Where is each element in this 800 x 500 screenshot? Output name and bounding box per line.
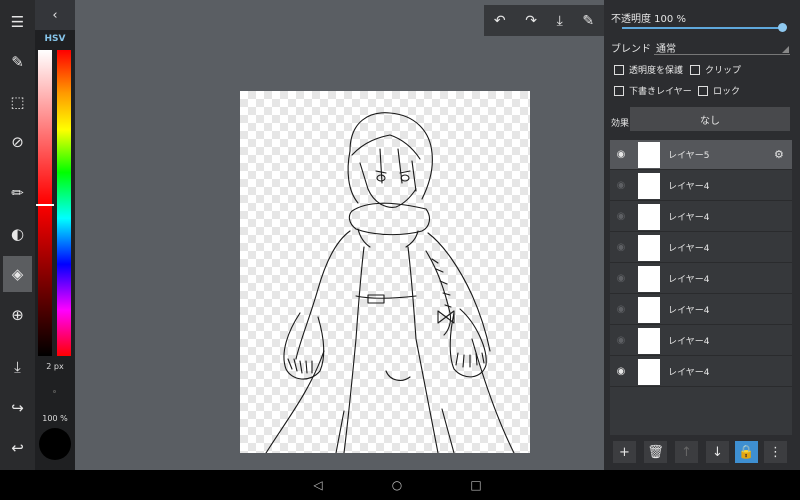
brush-size-preview xyxy=(53,390,56,393)
pen-icon[interactable]: ✎ xyxy=(582,13,594,29)
eye-icon[interactable]: ◉ xyxy=(610,366,632,377)
layer-row[interactable]: ◉ レイヤー4 xyxy=(610,264,792,294)
layer-thumbnail xyxy=(638,296,660,323)
layer-row[interactable]: ◉ レイヤー4 xyxy=(610,295,792,325)
menu-icon[interactable]: ☰ xyxy=(3,4,32,40)
layer-thumbnail xyxy=(638,265,660,292)
opacity-label: 不透明度 100 % xyxy=(611,14,686,25)
color-marker[interactable] xyxy=(36,204,54,206)
layer-thumbnail xyxy=(638,327,660,354)
eye-icon[interactable]: ◉ xyxy=(610,335,632,346)
layer-row[interactable]: ◉ レイヤー4 xyxy=(610,357,792,387)
layer-thumbnail xyxy=(638,203,660,230)
layer-name: レイヤー4 xyxy=(668,337,710,347)
checkbox-label: クリップ xyxy=(705,66,742,76)
clip-checkbox[interactable]: クリップ xyxy=(690,63,741,76)
layer-name: レイヤー4 xyxy=(668,182,710,192)
collapse-panel-icon[interactable]: ‹ xyxy=(35,0,75,30)
brush-icon[interactable]: ✏ xyxy=(3,175,32,211)
layer-thumbnail xyxy=(638,358,660,385)
lock-checkbox[interactable]: ロック xyxy=(698,84,740,97)
opacity-slider[interactable] xyxy=(622,27,782,29)
transform-icon[interactable]: ⊘ xyxy=(3,124,32,160)
eye-icon[interactable]: ◉ xyxy=(610,273,632,284)
layer-row[interactable]: ◉ レイヤー4 xyxy=(610,326,792,356)
layer-thumbnail xyxy=(638,172,660,199)
top-action-bar: ↶ ↷ ⤓ ✎ xyxy=(484,5,604,36)
blend-mode-select[interactable]: 通常 xyxy=(656,40,676,55)
drawing-canvas[interactable] xyxy=(240,91,530,454)
left-toolbar: ☰ ✎ ⬚ ⊘ ✏ ◐ ◈ ⊕ ⤓ ↪ ↩ xyxy=(0,0,35,470)
eye-icon[interactable]: ◉ xyxy=(610,180,632,191)
layer-name: レイヤー4 xyxy=(668,275,710,285)
layer-panel: 不透明度 100 % ブレンド 通常 透明度を保護 クリップ 下書きレイヤー ロ… xyxy=(604,0,800,470)
line-art-drawing xyxy=(265,112,515,454)
opacity-slider-thumb[interactable] xyxy=(778,23,787,32)
brush-size-label: 2 px xyxy=(46,362,64,371)
gear-icon[interactable]: ⚙ xyxy=(774,148,792,161)
eye-icon[interactable]: ◉ xyxy=(610,211,632,222)
eye-icon[interactable]: ◉ xyxy=(610,304,632,315)
undo-icon[interactable]: ↩ xyxy=(3,430,32,466)
dropdown-arrow-icon[interactable] xyxy=(782,46,789,53)
add-layer-icon[interactable]: + xyxy=(613,441,636,463)
checkbox-box[interactable] xyxy=(690,64,700,75)
draft-layer-checkbox[interactable]: 下書きレイヤー xyxy=(614,84,692,97)
eye-icon[interactable]: ◉ xyxy=(610,242,632,253)
layer-thumbnail xyxy=(638,141,660,168)
layer-row[interactable]: ◉ レイヤー4 xyxy=(610,233,792,263)
trash-icon[interactable]: 🗑 xyxy=(644,441,667,463)
redo-icon[interactable]: ↷ xyxy=(525,13,537,29)
brush-opacity-label: 100 % xyxy=(42,414,68,423)
effect-button[interactable]: なし xyxy=(630,107,790,131)
app-window: ☰ ✎ ⬚ ⊘ ✏ ◐ ◈ ⊕ ⤓ ↪ ↩ ‹ HSV 2 px 100 % ↶… xyxy=(0,0,800,470)
checkbox-box[interactable] xyxy=(614,64,624,75)
redo-icon[interactable]: ↪ xyxy=(3,390,32,426)
color-picker: HSV 2 px 100 % xyxy=(35,30,75,470)
current-color-swatch[interactable] xyxy=(39,428,71,460)
back-icon[interactable]: ◁ xyxy=(310,477,326,493)
system-nav-bar: ◁ ○ □ xyxy=(0,470,800,500)
home-icon[interactable]: ○ xyxy=(389,477,405,493)
checkbox-label: 透明度を保護 xyxy=(629,66,684,76)
eye-icon[interactable]: ◉ xyxy=(610,149,632,160)
lock-icon[interactable]: 🔒 xyxy=(735,441,758,463)
layer-row[interactable]: ◉ レイヤー4 xyxy=(610,202,792,232)
hue-bar[interactable] xyxy=(57,50,71,356)
layer-name: レイヤー4 xyxy=(668,213,710,223)
layer-name: レイヤー4 xyxy=(668,306,710,316)
color-mode-label[interactable]: HSV xyxy=(35,34,75,44)
preserve-transparency-checkbox[interactable]: 透明度を保護 xyxy=(614,63,683,76)
more-icon[interactable]: ⋮ xyxy=(764,441,787,463)
checkbox-label: 下書きレイヤー xyxy=(629,87,692,97)
layer-name: レイヤー4 xyxy=(668,368,710,378)
layer-name: レイヤー4 xyxy=(668,244,710,254)
select-rect-icon[interactable]: ⬚ xyxy=(3,84,32,120)
saturation-value-bar[interactable] xyxy=(38,50,52,356)
layer-list: ◉ レイヤー5 ⚙ ◉ レイヤー4 ◉ レイヤー4 ◉ レイヤー4 ◉ レイヤー… xyxy=(610,140,792,435)
effect-label: 効果 xyxy=(611,119,630,129)
grid-icon[interactable]: ⊕ xyxy=(3,297,32,333)
checkbox-box[interactable] xyxy=(614,85,624,96)
blend-underline xyxy=(654,54,790,55)
undo-icon[interactable]: ↶ xyxy=(494,13,506,29)
edit-icon[interactable]: ✎ xyxy=(3,44,32,80)
eyedropper-icon[interactable]: ⤓ xyxy=(557,13,563,29)
layer-thumbnail xyxy=(638,234,660,261)
checkbox-label: ロック xyxy=(713,87,741,97)
layer-name: レイヤー5 xyxy=(668,151,710,161)
palette-icon[interactable]: ◐ xyxy=(3,216,32,252)
layer-row[interactable]: ◉ レイヤー5 ⚙ xyxy=(610,140,792,170)
layers-icon[interactable]: ◈ xyxy=(3,256,32,292)
checkbox-box[interactable] xyxy=(698,85,708,96)
eyedropper-icon[interactable]: ⤓ xyxy=(3,349,32,385)
blend-label: ブレンド xyxy=(611,44,651,55)
move-down-icon[interactable]: ↓ xyxy=(706,441,729,463)
recents-icon[interactable]: □ xyxy=(468,477,484,493)
move-up-icon[interactable]: ↑ xyxy=(675,441,698,463)
layer-row[interactable]: ◉ レイヤー4 xyxy=(610,171,792,201)
